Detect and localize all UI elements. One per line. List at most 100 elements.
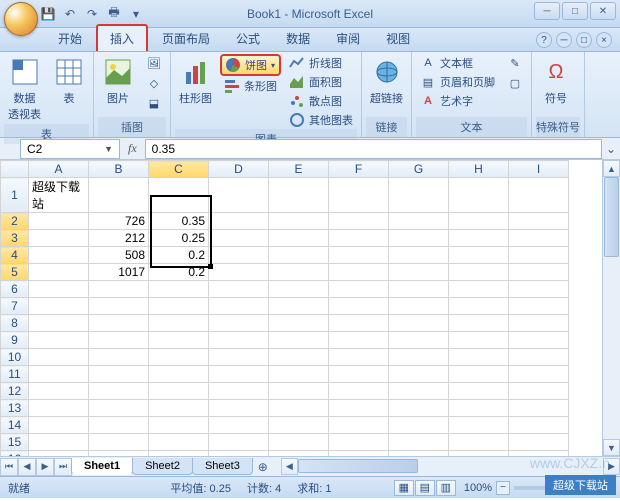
hscroll-thumb[interactable] xyxy=(298,459,418,473)
area-chart-button[interactable]: 面积图 xyxy=(285,73,357,91)
cell-I13[interactable] xyxy=(509,400,569,417)
zoom-in-button[interactable]: + xyxy=(598,481,612,495)
cell-I7[interactable] xyxy=(509,298,569,315)
wordart-button[interactable]: A艺术字 xyxy=(416,92,499,110)
cell-E5[interactable] xyxy=(269,264,329,281)
formula-input[interactable]: 0.35 xyxy=(145,139,602,159)
cell-D12[interactable] xyxy=(209,383,269,400)
cell-C3[interactable]: 0.25 xyxy=(149,230,209,247)
cell-E16[interactable] xyxy=(269,451,329,457)
cell-C15[interactable] xyxy=(149,434,209,451)
formula-expand-button[interactable]: ⌄ xyxy=(602,142,620,156)
textbox-button[interactable]: A文本框 xyxy=(416,54,499,72)
tab-start[interactable]: 开始 xyxy=(46,26,94,51)
cell-D13[interactable] xyxy=(209,400,269,417)
cell-B4[interactable]: 508 xyxy=(89,247,149,264)
cell-D2[interactable] xyxy=(209,213,269,230)
cell-H15[interactable] xyxy=(449,434,509,451)
cell-G12[interactable] xyxy=(389,383,449,400)
row-header-13[interactable]: 13 xyxy=(1,400,29,417)
cell-B6[interactable] xyxy=(89,281,149,298)
cell-E9[interactable] xyxy=(269,332,329,349)
cell-A5[interactable] xyxy=(29,264,89,281)
cell-B8[interactable] xyxy=(89,315,149,332)
help-button[interactable]: ? xyxy=(536,32,552,48)
cell-F1[interactable] xyxy=(329,178,389,213)
cell-A3[interactable] xyxy=(29,230,89,247)
cell-I15[interactable] xyxy=(509,434,569,451)
cell-H14[interactable] xyxy=(449,417,509,434)
cell-I14[interactable] xyxy=(509,417,569,434)
sheet-tab-1[interactable]: Sheet1 xyxy=(71,458,133,475)
line-chart-button[interactable]: 折线图 xyxy=(285,54,357,72)
zoom-level[interactable]: 100% xyxy=(464,482,492,494)
cell-A7[interactable] xyxy=(29,298,89,315)
cell-C1[interactable] xyxy=(149,178,209,213)
cell-D9[interactable] xyxy=(209,332,269,349)
tab-formula[interactable]: 公式 xyxy=(224,26,272,51)
scroll-right-button[interactable]: ▶ xyxy=(603,458,620,475)
fx-button[interactable]: fx xyxy=(120,141,145,156)
row-header-2[interactable]: 2 xyxy=(1,213,29,230)
row-header-5[interactable]: 5 xyxy=(1,264,29,281)
cell-E6[interactable] xyxy=(269,281,329,298)
cell-F16[interactable] xyxy=(329,451,389,457)
cell-F13[interactable] xyxy=(329,400,389,417)
tab-view[interactable]: 视图 xyxy=(374,26,422,51)
cell-G9[interactable] xyxy=(389,332,449,349)
view-pagebreak-button[interactable]: ▥ xyxy=(436,480,456,496)
cell-G6[interactable] xyxy=(389,281,449,298)
cell-H3[interactable] xyxy=(449,230,509,247)
table-button[interactable]: 表 xyxy=(49,54,89,108)
cell-C9[interactable] xyxy=(149,332,209,349)
chevron-down-icon[interactable]: ▼ xyxy=(104,144,113,154)
cell-D5[interactable] xyxy=(209,264,269,281)
name-box[interactable]: C2 ▼ xyxy=(20,139,120,159)
cell-F4[interactable] xyxy=(329,247,389,264)
cell-E4[interactable] xyxy=(269,247,329,264)
zoom-out-button[interactable]: − xyxy=(496,481,510,495)
cell-I6[interactable] xyxy=(509,281,569,298)
redo-icon[interactable]: ↷ xyxy=(84,6,100,22)
cell-C11[interactable] xyxy=(149,366,209,383)
cell-A8[interactable] xyxy=(29,315,89,332)
cell-F12[interactable] xyxy=(329,383,389,400)
cell-D3[interactable] xyxy=(209,230,269,247)
cell-F15[interactable] xyxy=(329,434,389,451)
new-sheet-button[interactable]: ⊕ xyxy=(253,460,273,474)
cell-B13[interactable] xyxy=(89,400,149,417)
cell-I2[interactable] xyxy=(509,213,569,230)
symbol-button[interactable]: Ω 符号 xyxy=(536,54,576,108)
cell-B9[interactable] xyxy=(89,332,149,349)
picture-button[interactable]: 图片 xyxy=(98,54,138,108)
cell-G10[interactable] xyxy=(389,349,449,366)
row-header-8[interactable]: 8 xyxy=(1,315,29,332)
cell-B11[interactable] xyxy=(89,366,149,383)
cell-G16[interactable] xyxy=(389,451,449,457)
select-all-corner[interactable] xyxy=(1,161,29,178)
cell-D10[interactable] xyxy=(209,349,269,366)
cell-C13[interactable] xyxy=(149,400,209,417)
ribbon-close-window-button[interactable]: × xyxy=(596,32,612,48)
cell-F5[interactable] xyxy=(329,264,389,281)
cell-B1[interactable] xyxy=(89,178,149,213)
close-button[interactable]: ✕ xyxy=(590,2,616,20)
cell-C12[interactable] xyxy=(149,383,209,400)
cell-G3[interactable] xyxy=(389,230,449,247)
other-chart-button[interactable]: 其他图表 xyxy=(285,111,357,129)
tab-layout[interactable]: 页面布局 xyxy=(150,26,222,51)
cell-F10[interactable] xyxy=(329,349,389,366)
cell-E1[interactable] xyxy=(269,178,329,213)
sheet-nav-first[interactable]: ⏮ xyxy=(0,458,18,476)
print-icon[interactable]: 🖶 xyxy=(106,6,122,22)
col-header-E[interactable]: E xyxy=(269,161,329,178)
cell-H10[interactable] xyxy=(449,349,509,366)
cell-F6[interactable] xyxy=(329,281,389,298)
cell-E11[interactable] xyxy=(269,366,329,383)
cell-A9[interactable] xyxy=(29,332,89,349)
grid-table[interactable]: ABCDEFGHI1超级下载站27260.3532120.2545080.251… xyxy=(0,160,569,456)
cell-G5[interactable] xyxy=(389,264,449,281)
ribbon-restore-window-button[interactable]: □ xyxy=(576,32,592,48)
minimize-button[interactable]: ─ xyxy=(534,2,560,20)
cell-G2[interactable] xyxy=(389,213,449,230)
